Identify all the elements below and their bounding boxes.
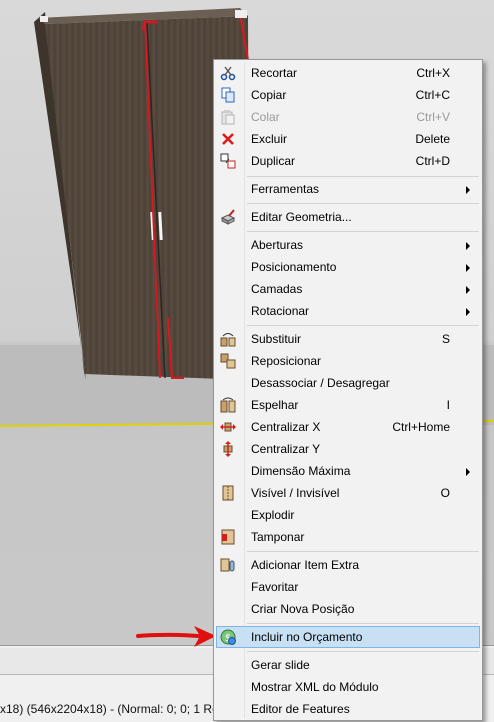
menu-item-label: Dimensão Máxima: [251, 464, 351, 478]
budget-icon: $: [220, 629, 236, 645]
menu-separator: [247, 651, 479, 652]
top-white-corner-left: [40, 16, 48, 22]
menu-item-label: Recortar: [251, 66, 298, 80]
menu-item-label: Editor de Features: [251, 702, 350, 716]
menu-item-shortcut: Ctrl+C: [415, 88, 450, 102]
menu-item-reposicionar[interactable]: Reposicionar: [216, 350, 480, 372]
menu-item-shortcut: O: [440, 486, 450, 500]
reposition-icon: [220, 353, 236, 369]
menu-item-label: Ferramentas: [251, 182, 320, 196]
menu-separator: [247, 176, 479, 177]
visibility-icon: [222, 485, 234, 501]
menu-item-substituir[interactable]: Substituir S: [216, 328, 480, 350]
menu-item-editar-geometria[interactable]: Editar Geometria...: [216, 206, 480, 228]
add-extra-item-icon: [220, 558, 235, 572]
menu-item-copiar[interactable]: Copiar Ctrl+C: [216, 84, 480, 106]
paste-icon: [221, 110, 235, 125]
menu-item-recortar[interactable]: Recortar Ctrl+X: [216, 62, 480, 84]
menu-item-posicionamento[interactable]: Posicionamento: [216, 256, 480, 278]
menu-item-label: Favoritar: [251, 580, 299, 594]
menu-item-shortcut: Ctrl+X: [416, 66, 450, 80]
menu-item-gerar-slide[interactable]: Gerar slide: [216, 654, 480, 676]
menu-item-label: Rotacionar: [251, 304, 310, 318]
menu-item-label: Duplicar: [251, 154, 296, 168]
menu-item-criar-nova-posicao[interactable]: Criar Nova Posição: [216, 598, 480, 620]
submenu-arrow-icon: [466, 242, 470, 250]
menu-item-shortcut: S: [441, 332, 450, 346]
top-white-corner: [235, 10, 247, 18]
scissors-icon: [220, 66, 236, 81]
submenu-arrow-icon: [466, 264, 470, 272]
menu-item-label: Visível / Invisível: [251, 486, 340, 500]
tamponar-icon: [221, 529, 235, 545]
menu-item-shortcut: Ctrl+D: [415, 154, 450, 168]
menu-item-tamponar[interactable]: Tamponar: [216, 526, 480, 548]
menu-item-visivel-invisivel[interactable]: Visível / Invisível O: [216, 482, 480, 504]
menu-separator: [247, 203, 479, 204]
menu-item-ferramentas[interactable]: Ferramentas: [216, 178, 480, 200]
menu-item-label: Espelhar: [251, 398, 299, 412]
menu-item-label: Centralizar X: [251, 420, 321, 434]
menu-item-camadas[interactable]: Camadas: [216, 278, 480, 300]
menu-item-centralizar-x[interactable]: Centralizar X Ctrl+Home: [216, 416, 480, 438]
menu-item-label: Editar Geometria...: [251, 210, 352, 224]
menu-item-label: Incluir no Orçamento: [251, 630, 363, 644]
menu-separator: [247, 623, 479, 624]
menu-separator: [247, 231, 479, 232]
edit-geometry-icon: [220, 209, 236, 225]
menu-item-label: Desassociar / Desagregar: [251, 376, 390, 390]
menu-item-centralizar-y[interactable]: Centralizar Y: [216, 438, 480, 460]
delete-x-icon: [222, 133, 234, 145]
replace-icon: [220, 333, 236, 347]
submenu-arrow-icon: [466, 186, 470, 194]
menu-item-espelhar[interactable]: Espelhar I: [216, 394, 480, 416]
menu-item-editor-de-features[interactable]: Editor de Features: [216, 698, 480, 720]
menu-item-incluir-no-orcamento[interactable]: $ Incluir no Orçamento: [216, 626, 480, 648]
copy-icon: [221, 87, 235, 103]
menu-separator: [247, 551, 479, 552]
menu-item-label: Explodir: [251, 508, 295, 522]
center-x-icon: [220, 422, 236, 432]
menu-item-label: Excluir: [251, 132, 288, 146]
menu-item-label: Aberturas: [251, 238, 304, 252]
menu-item-adicionar-item-extra[interactable]: Adicionar Item Extra: [216, 554, 480, 576]
menu-item-label: Reposicionar: [251, 354, 322, 368]
duplicate-icon: [220, 153, 236, 169]
menu-item-mostrar-xml[interactable]: Mostrar XML do Módulo: [216, 676, 480, 698]
menu-item-excluir[interactable]: Excluir Delete: [216, 128, 480, 150]
menu-item-duplicar[interactable]: Duplicar Ctrl+D: [216, 150, 480, 172]
menu-item-shortcut: I: [446, 398, 450, 412]
menu-separator: [247, 325, 479, 326]
menu-item-shortcut: Delete: [415, 132, 450, 146]
menu-item-label: Tamponar: [251, 530, 305, 544]
menu-item-label: Adicionar Item Extra: [251, 558, 360, 572]
menu-item-explodir[interactable]: Explodir: [216, 504, 480, 526]
menu-item-colar[interactable]: Colar Ctrl+V: [216, 106, 480, 128]
menu-item-dimensao-maxima[interactable]: Dimensão Máxima: [216, 460, 480, 482]
menu-item-label: Camadas: [251, 282, 303, 296]
menu-item-shortcut: Ctrl+V: [416, 110, 450, 124]
menu-item-label: Gerar slide: [251, 658, 310, 672]
menu-item-desassociar[interactable]: Desassociar / Desagregar: [216, 372, 480, 394]
mirror-icon: [220, 397, 236, 413]
submenu-arrow-icon: [466, 468, 470, 476]
menu-item-label: Posicionamento: [251, 260, 337, 274]
menu-item-label: Centralizar Y: [251, 442, 321, 456]
menu-item-aberturas[interactable]: Aberturas: [216, 234, 480, 256]
menu-item-label: Substituir: [251, 332, 302, 346]
submenu-arrow-icon: [466, 308, 470, 316]
menu-item-favoritar[interactable]: Favoritar: [216, 576, 480, 598]
menu-item-label: Mostrar XML do Módulo: [251, 680, 379, 694]
menu-item-shortcut: Ctrl+Home: [392, 420, 450, 434]
menu-item-label: Copiar: [251, 88, 287, 102]
submenu-arrow-icon: [466, 286, 470, 294]
status-bar-text: x18) (546x2204x18) - (Normal: 0; 0; 1 Ro…: [0, 702, 229, 716]
red-arrow-annotation: [136, 626, 216, 647]
menu-item-label: Criar Nova Posição: [251, 602, 355, 616]
menu-item-label: Colar: [251, 110, 280, 124]
menu-item-rotacionar[interactable]: Rotacionar: [216, 300, 480, 322]
center-y-icon: [223, 441, 233, 457]
context-menu: Recortar Ctrl+X Copiar Ctrl+C Colar Ctrl…: [213, 59, 483, 721]
